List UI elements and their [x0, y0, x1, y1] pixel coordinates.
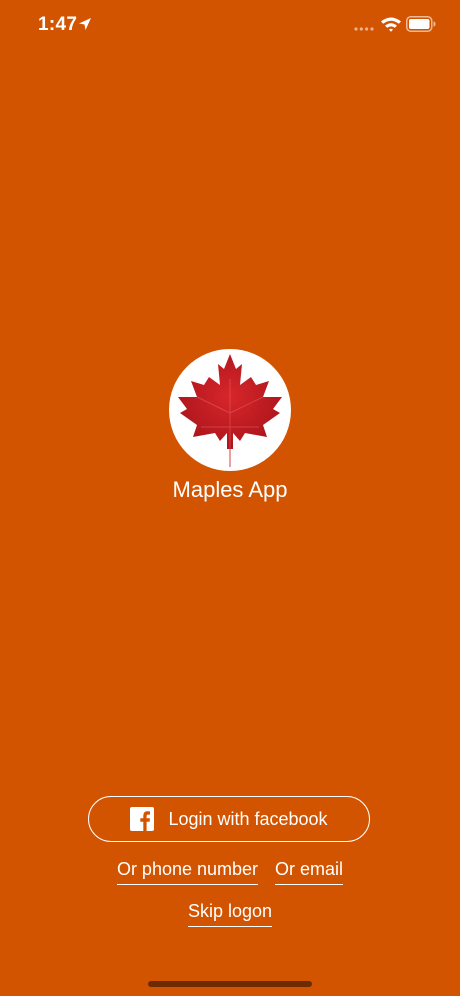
alt-login-links: Or phone number Or email — [0, 856, 460, 885]
phone-login-link[interactable]: Or phone number — [116, 856, 259, 885]
skip-row: Skip logon — [0, 898, 460, 927]
email-login-link[interactable]: Or email — [275, 856, 344, 885]
battery-icon — [406, 16, 436, 32]
cellular-signal-icon — [354, 27, 374, 31]
status-time: 1:47 — [38, 14, 78, 35]
app-logo — [169, 349, 291, 471]
login-facebook-button[interactable]: Login with facebook — [88, 796, 370, 842]
login-facebook-label: Login with facebook — [168, 808, 328, 829]
status-bar: 1:47 — [0, 0, 460, 50]
skip-logon-link[interactable]: Skip logon — [187, 898, 273, 927]
wifi-icon — [381, 17, 401, 32]
home-indicator[interactable] — [148, 981, 312, 987]
maple-leaf-icon — [178, 354, 282, 467]
location-arrow-icon — [79, 18, 91, 30]
facebook-icon — [130, 807, 155, 831]
app-name: Maples App — [172, 477, 288, 502]
